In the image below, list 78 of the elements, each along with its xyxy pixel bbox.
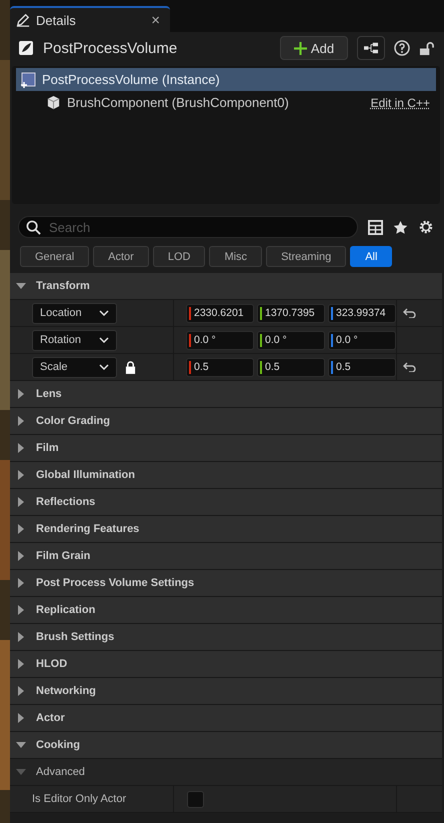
number-field[interactable]: 0.5 (328, 358, 396, 376)
section-header[interactable]: Actor (10, 705, 442, 732)
section-header[interactable]: Reflections (10, 489, 442, 516)
filter-tab[interactable]: Actor (93, 246, 149, 267)
add-button[interactable]: Add (280, 36, 348, 60)
checkbox[interactable] (187, 790, 204, 808)
unlocked-lock-icon[interactable] (419, 40, 434, 56)
caret-icon (16, 632, 26, 642)
filter-tab[interactable]: Misc (209, 246, 262, 267)
caret-icon (16, 497, 26, 507)
section-header[interactable]: Global Illumination (10, 462, 442, 489)
box-icon (46, 95, 61, 110)
edit-link[interactable]: Edit in C++ (370, 96, 430, 110)
caret-icon (16, 686, 26, 696)
number-field[interactable]: 0.5 (186, 358, 254, 376)
star-icon[interactable] (393, 220, 408, 234)
section-header[interactable]: Film (10, 435, 442, 462)
tab-title: Details (36, 12, 77, 28)
section-header[interactable]: Transform (10, 273, 442, 300)
transform-dropdown[interactable]: Rotation (32, 330, 117, 350)
help-icon[interactable] (394, 40, 410, 56)
tree-item[interactable]: BrushComponent (BrushComponent0) Edit in C++ (16, 91, 436, 114)
caret-icon (16, 767, 26, 777)
section-header[interactable]: Rendering Features (10, 516, 442, 543)
hierarchy-icon (364, 42, 378, 54)
settings-icon[interactable] (418, 219, 434, 235)
caret-icon (16, 578, 26, 588)
transform-dropdown[interactable]: Scale (32, 356, 117, 378)
details-tab[interactable]: Details × (10, 6, 170, 32)
transform-dropdown[interactable]: Location (32, 302, 117, 324)
number-field[interactable]: 2330.6201 (186, 304, 254, 322)
table-icon[interactable] (368, 220, 383, 234)
section-header[interactable]: HLOD (10, 651, 442, 678)
number-field[interactable]: 323.99374 (328, 304, 396, 322)
section-header[interactable]: Cooking (10, 732, 442, 759)
caret-icon (16, 740, 26, 750)
caret-icon (16, 281, 26, 291)
section-header[interactable]: Film Grain (10, 543, 442, 570)
chevron-icon (99, 364, 109, 370)
number-field[interactable]: 1370.7395 (257, 304, 325, 322)
plus-icon (294, 42, 307, 54)
close-button[interactable]: × (147, 12, 164, 28)
caret-icon (16, 605, 26, 615)
filter-tab[interactable]: General (20, 246, 90, 267)
reset-icon[interactable] (403, 308, 417, 318)
section-header[interactable]: Color Grading (10, 408, 442, 435)
filter-tab[interactable]: LOD (152, 246, 206, 267)
caret-icon (16, 659, 26, 669)
number-field[interactable]: 0.0 ° (186, 330, 254, 350)
chevron-icon (99, 337, 109, 343)
filter-tab[interactable]: Streaming (266, 246, 346, 267)
number-field[interactable]: 0.5 (257, 358, 325, 376)
pencil-icon (16, 13, 30, 27)
caret-icon (16, 551, 26, 561)
number-field[interactable]: 0.0 ° (328, 330, 396, 350)
caret-icon (16, 713, 26, 723)
lock-icon[interactable] (125, 360, 136, 374)
section-header[interactable]: Replication (10, 597, 442, 624)
hierarchy-button[interactable] (357, 36, 385, 60)
subsection-header[interactable]: Advanced (10, 759, 442, 786)
caret-icon (16, 524, 26, 534)
section-header[interactable]: Lens (10, 381, 442, 408)
caret-icon (16, 416, 26, 426)
caret-icon (16, 389, 26, 399)
section-header[interactable]: Brush Settings (10, 624, 442, 651)
number-field[interactable]: 0.0 ° (257, 330, 325, 350)
volume-icon (18, 40, 34, 56)
tree-item[interactable]: PostProcessVolume (Instance) (16, 68, 436, 91)
caret-icon (16, 470, 26, 480)
caret-icon (16, 443, 26, 453)
section-header[interactable]: Networking (10, 678, 442, 705)
search-field[interactable]: Search (18, 216, 358, 238)
reset-icon[interactable] (403, 362, 417, 372)
actor-title: PostProcessVolume (43, 40, 178, 56)
section-header[interactable]: Post Process Volume Settings (10, 570, 442, 597)
filter-tab[interactable]: All (350, 246, 392, 267)
chevron-icon (99, 310, 109, 316)
property-label: Is Editor Only Actor (32, 793, 126, 805)
